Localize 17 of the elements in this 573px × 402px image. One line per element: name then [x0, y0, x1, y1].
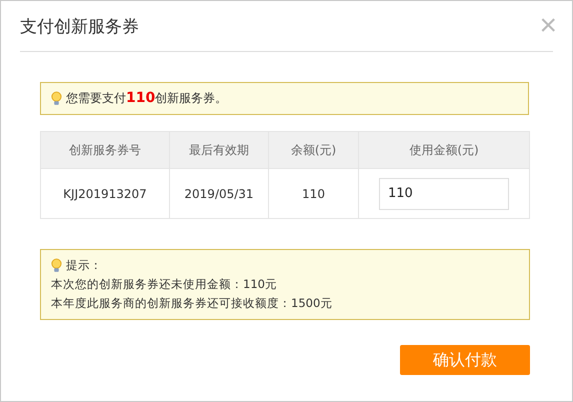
close-button[interactable]: ×	[539, 11, 557, 41]
column-header: 最后有效期	[170, 132, 268, 168]
column-header: 创新服务券号	[40, 132, 170, 168]
lightbulb-icon	[51, 258, 62, 273]
notice-text: 您需要支付110创新服务券。	[66, 90, 228, 107]
dialog-title: 支付创新服务券	[20, 16, 139, 38]
tip-line: 本年度此服务商的创新服务券还可接收额度：1500元	[51, 295, 334, 312]
table-cell: 2019/05/31	[184, 186, 254, 200]
tip-line: 本次您的创新服务券还未使用金额：110元	[51, 276, 278, 293]
table-cell: KJJ201913207	[63, 186, 147, 200]
confirm-payment-button[interactable]: 确认付款	[400, 345, 530, 375]
amount-field[interactable]: 110	[379, 178, 509, 210]
lightbulb-icon	[51, 91, 62, 106]
column-header: 使用金额(元)	[358, 132, 530, 168]
tip-heading: 提示：	[66, 257, 102, 274]
column-header: 余额(元)	[268, 132, 358, 168]
table-cell: 110	[302, 186, 325, 200]
